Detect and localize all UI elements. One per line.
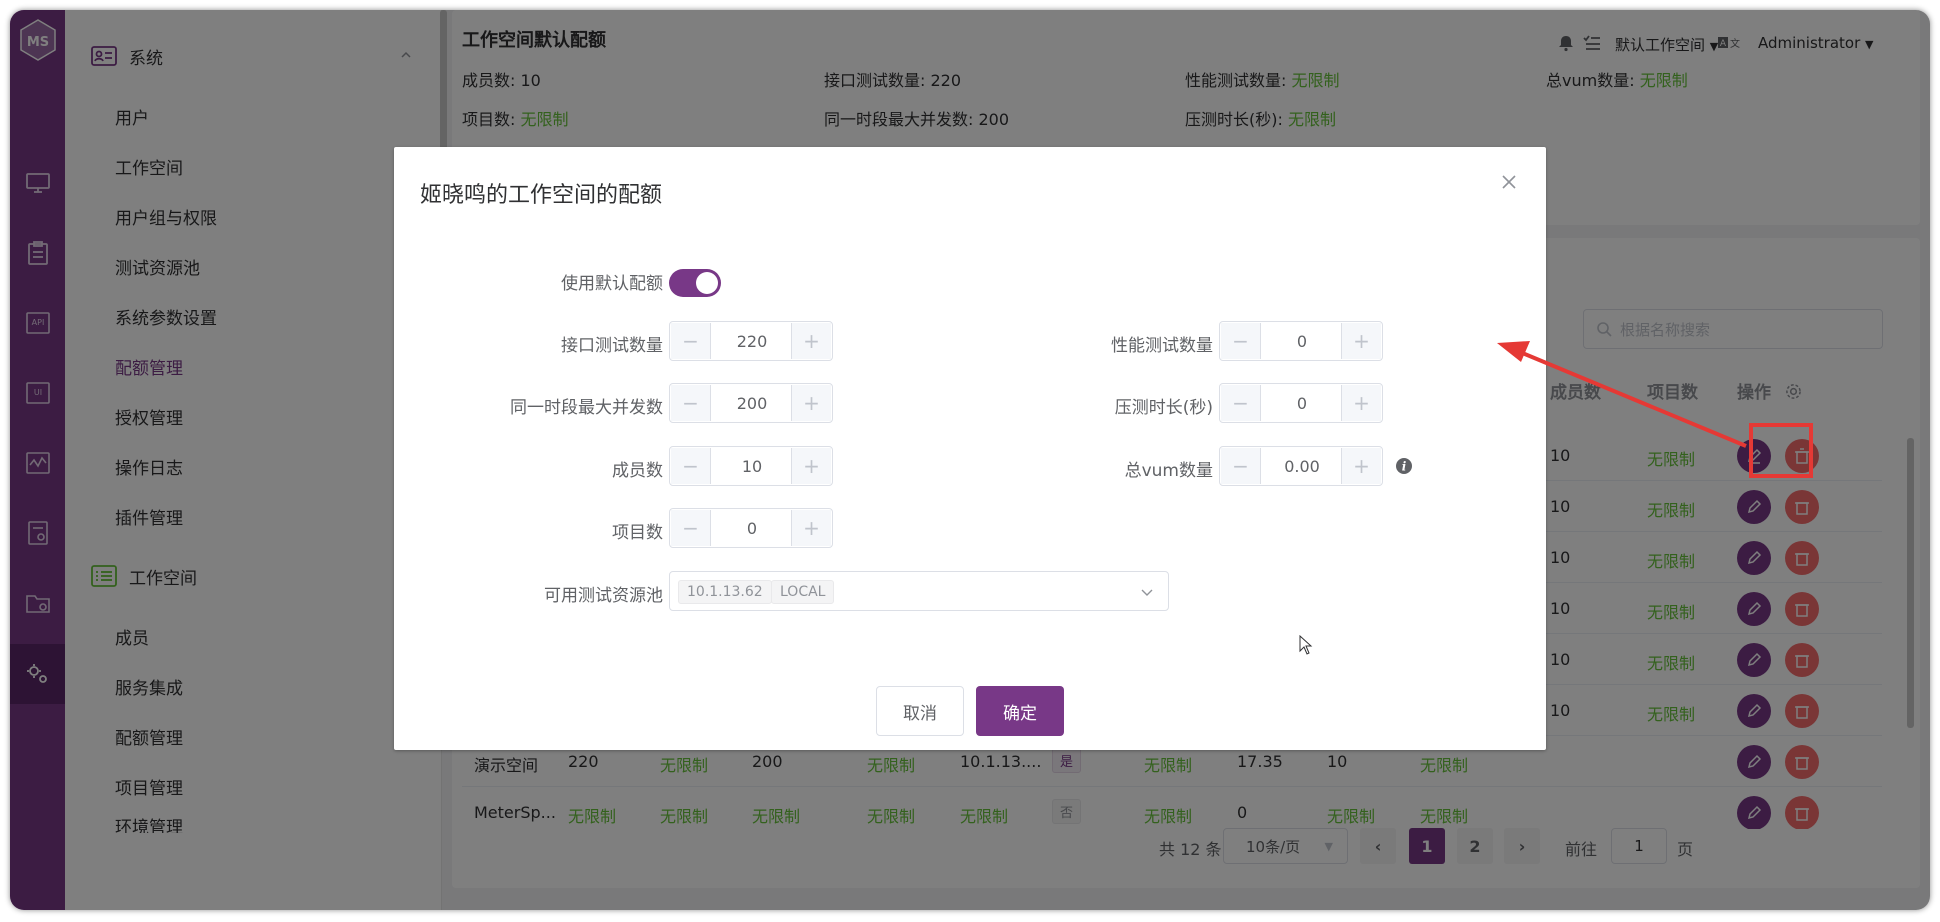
vum-stepper[interactable]: −0.00 + [1219,446,1383,486]
increment-button[interactable]: + [791,510,831,546]
chevron-down-icon [1141,589,1153,596]
cursor-icon [1299,635,1313,655]
app-root: MS API UI 系统 用户 [0,0,1940,922]
cancel-button[interactable]: 取消 [876,686,964,736]
members-label: 成员数 [612,461,663,481]
duration-label: 压测时长(秒) [1114,398,1213,418]
stepper-value[interactable]: 0.00 [1262,457,1342,476]
increment-button[interactable]: + [1341,323,1381,359]
vum-label: 总vum数量 [1124,461,1213,481]
perf-stepper[interactable]: −0 + [1219,321,1383,361]
switch-knob [696,272,718,294]
decrement-button[interactable]: − [1221,448,1261,484]
stepper-value[interactable]: 0 [1262,332,1342,351]
use-default-switch[interactable] [669,269,721,297]
stepper-value[interactable]: 0 [1262,394,1342,413]
decrement-button[interactable]: − [671,323,711,359]
stepper-value[interactable]: 10 [712,457,792,476]
decrement-button[interactable]: − [671,510,711,546]
pool-tag: LOCAL [771,580,835,604]
confirm-button[interactable]: 确定 [976,686,1064,736]
svg-text:i: i [1402,460,1407,474]
increment-button[interactable]: + [1341,385,1381,421]
concurrency-stepper[interactable]: −200 + [669,383,833,423]
quota-edit-dialog: 姬晓鸣的工作空间的配额 使用默认配额 接口测试数量 −220 + 性能测试数量 −… [394,147,1546,750]
increment-button[interactable]: + [791,448,831,484]
increment-button[interactable]: + [1341,448,1381,484]
decrement-button[interactable]: − [1221,385,1261,421]
concurrency-label: 同一时段最大并发数 [510,398,663,418]
decrement-button[interactable]: − [671,385,711,421]
decrement-button[interactable]: − [671,448,711,484]
projects-stepper[interactable]: −0 + [669,508,833,548]
projects-label: 项目数 [612,523,663,543]
decrement-button[interactable]: − [1221,323,1261,359]
browser-frame: MS API UI 系统 用户 [10,10,1930,910]
use-default-label: 使用默认配额 [561,274,663,294]
stepper-value[interactable]: 200 [712,394,792,413]
info-icon[interactable]: i [1395,457,1413,475]
increment-button[interactable]: + [791,385,831,421]
members-stepper[interactable]: −10 + [669,446,833,486]
duration-stepper[interactable]: −0 + [1219,383,1383,423]
stepper-value[interactable]: 0 [712,519,792,538]
increment-button[interactable]: + [791,323,831,359]
pool-label: 可用测试资源池 [544,586,663,606]
api-label: 接口测试数量 [561,336,663,356]
dialog-title: 姬晓鸣的工作空间的配额 [420,183,663,208]
resource-pool-select[interactable]: 10.1.13.62 LOCAL [669,571,1169,611]
api-stepper[interactable]: −220 + [669,321,833,361]
stepper-value[interactable]: 220 [712,332,792,351]
pool-tag: 10.1.13.62 [678,580,772,604]
close-icon[interactable] [1500,173,1518,191]
perf-label: 性能测试数量 [1111,336,1213,356]
